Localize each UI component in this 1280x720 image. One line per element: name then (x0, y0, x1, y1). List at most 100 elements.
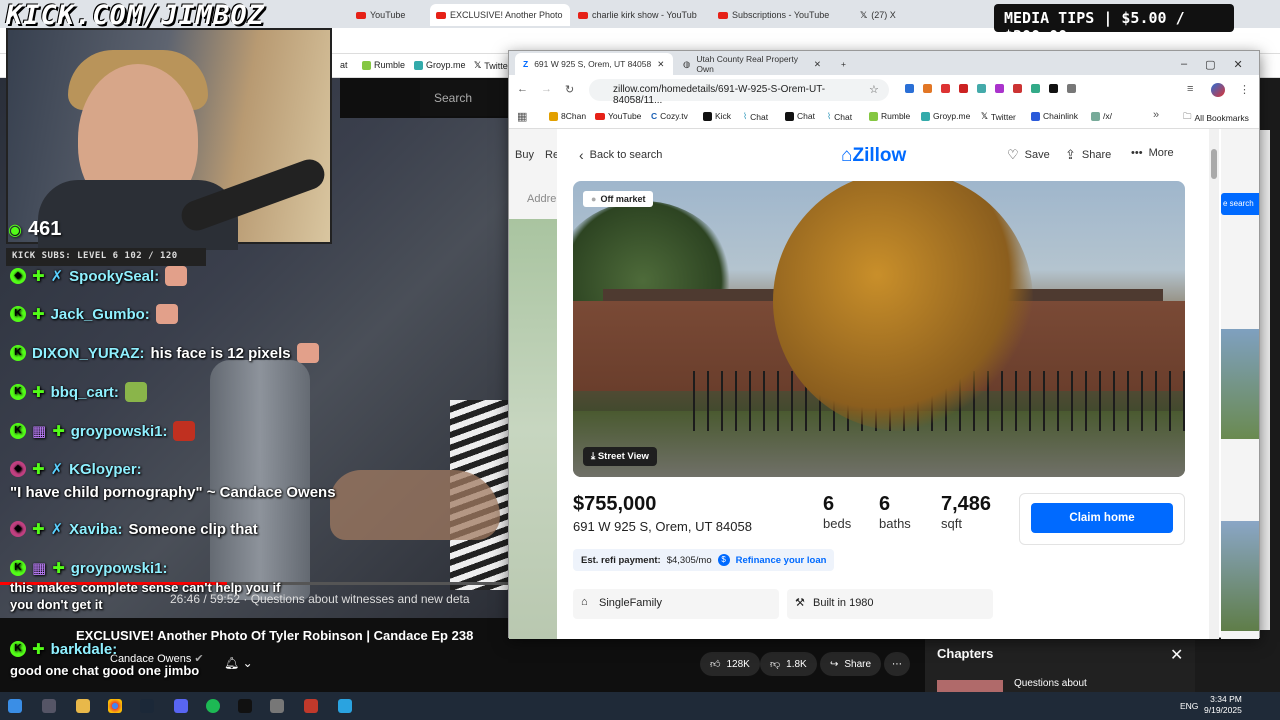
tab-zillow[interactable]: Z 691 W 925 S, Orem, UT 84058 ✕ (515, 53, 673, 75)
close-icon[interactable]: ✕ (1170, 645, 1183, 665)
task-view-icon[interactable] (42, 699, 56, 713)
dislike-button[interactable]: 👎︎ 1.8K (760, 652, 817, 676)
bg-tab-subscriptions[interactable]: Subscriptions - YouTube (712, 4, 835, 26)
bg-tab-youtube[interactable]: YouTube (350, 4, 411, 26)
chat-icon: ⌇ (827, 111, 832, 121)
minimize-icon[interactable]: – (1181, 58, 1187, 70)
chrome-icon[interactable] (108, 699, 122, 713)
webcam-overlay (6, 28, 332, 250)
search-button[interactable]: e search (1221, 193, 1259, 215)
chapter-thumbnail[interactable] (937, 680, 1003, 692)
extension-icon[interactable] (905, 84, 914, 93)
maximize-icon[interactable]: ▢ (1205, 58, 1215, 71)
chat-message: K ✚ bbq_cart: (10, 382, 147, 402)
bookmark-rumble[interactable]: Rumble (869, 111, 910, 121)
modal-scrollbar[interactable] (1209, 129, 1219, 639)
more-button[interactable]: ••• More (1131, 147, 1174, 159)
extension-icon[interactable] (995, 84, 1004, 93)
listing-thumbnail[interactable] (1221, 521, 1259, 631)
yt-search-input[interactable]: Search (420, 80, 510, 116)
apps-grid-icon[interactable]: ▦ (517, 110, 527, 123)
new-tab-button[interactable]: + (833, 53, 854, 75)
kebab-menu-icon[interactable]: ⋮ (1239, 83, 1250, 96)
app-icon[interactable] (238, 699, 252, 713)
bg-tab-charlie-kirk[interactable]: charlie kirk show - YouTub (572, 4, 703, 26)
bell-icon[interactable]: 🔔︎ ⌄ (224, 656, 253, 670)
menu-list-icon[interactable]: ≡ (1187, 83, 1193, 95)
forward-icon[interactable]: → (541, 83, 552, 95)
bookmark-chat-1[interactable]: ⌇ Chat (743, 111, 768, 122)
close-icon[interactable]: ✕ (814, 59, 821, 70)
search-address-input[interactable]: Addre (527, 193, 556, 205)
zillow-logo[interactable]: ⌂Zillow (841, 145, 906, 167)
extension-icon[interactable] (1013, 84, 1022, 93)
scrollbar-thumb[interactable] (1211, 149, 1217, 179)
profile-avatar[interactable] (1211, 83, 1225, 97)
system-clock[interactable]: 3:34 PM 9/19/2025 (1204, 694, 1242, 716)
like-button[interactable]: 👍︎ 128K (700, 652, 760, 676)
app-icon[interactable] (270, 699, 284, 713)
bg-tab-exclusive[interactable]: EXCLUSIVE! Another Photo (430, 4, 570, 26)
chat-message: K ▦ ✚ groypowski1: (10, 559, 167, 577)
listing-photo[interactable]: ● Off market ⤓ Street View (573, 181, 1185, 477)
bg-bookmark-twitter[interactable]: 𝕏 Twitte (474, 60, 508, 71)
tab-utah-county[interactable]: ◍ Utah County Real Property Own ✕ (675, 53, 829, 75)
chevron-right-icon[interactable]: » (1153, 109, 1159, 121)
spotify-icon[interactable] (206, 699, 220, 713)
windows-start-icon[interactable] (8, 699, 22, 713)
extension-icon[interactable] (959, 84, 968, 93)
nav-buy[interactable]: Buy (515, 149, 534, 161)
windows-taskbar (0, 692, 1280, 720)
refinance-link[interactable]: Refinance your loan (736, 555, 827, 566)
bookmark-chainlink[interactable]: Chainlink (1031, 111, 1078, 121)
bookmark-chat-3[interactable]: ⌇ Chat (827, 111, 852, 122)
bookmark-chat-2[interactable]: Chat (785, 111, 815, 121)
address-bar[interactable]: zillow.com/homedetails/691-W-925-S-Orem-… (589, 79, 889, 106)
bookmark-x-board[interactable]: /x/ (1091, 111, 1112, 121)
x-icon[interactable] (1049, 84, 1058, 93)
more-button[interactable]: ⋯ (884, 652, 910, 676)
extension-icon[interactable] (941, 84, 950, 93)
listing-thumbnail[interactable] (1221, 329, 1259, 439)
app-icon[interactable] (304, 699, 318, 713)
chat-message: K ▦ ✚ groypowski1: (10, 421, 196, 441)
bookmark-cozy[interactable]: C Cozy.tv (651, 111, 688, 121)
chapter-item[interactable]: Questions about (1014, 678, 1087, 689)
extension-icon[interactable] (1031, 84, 1040, 93)
close-icon[interactable]: ✕ (1234, 58, 1243, 71)
claim-home-button[interactable]: Claim home (1031, 503, 1173, 533)
reload-icon[interactable]: ↻ (565, 83, 574, 96)
bookmark-groyp[interactable]: Groyp.me (921, 111, 970, 121)
bg-tab-x[interactable]: 𝕏 (27) X (854, 4, 902, 26)
beds-stat: 6 beds (823, 493, 852, 531)
bookmark-youtube[interactable]: YouTube (595, 111, 641, 121)
bookmark-kick[interactable]: Kick (703, 111, 731, 121)
chat-message: ◆ ✚ ✗ KGloyper: (10, 460, 142, 478)
language-indicator[interactable]: ENG (1180, 701, 1198, 711)
bg-bookmark-groyp[interactable]: Groyp.me (414, 60, 466, 70)
extension-icon[interactable] (977, 84, 986, 93)
metamask-icon[interactable] (923, 84, 932, 93)
close-icon[interactable]: ✕ (657, 59, 664, 70)
chat-message: K ✚ Jack_Gumbo: (10, 304, 178, 324)
star-icon[interactable]: ☆ (869, 83, 879, 96)
file-explorer-icon[interactable] (76, 699, 90, 713)
chevron-left-icon: ‹ (579, 147, 584, 163)
save-button[interactable]: ♡ Save (1007, 147, 1050, 163)
puzzle-icon[interactable] (1067, 84, 1076, 93)
telegram-icon[interactable] (338, 699, 352, 713)
steam-icon[interactable] (140, 699, 154, 713)
kick-icon: K (10, 345, 26, 361)
bg-bookmark-rumble[interactable]: Rumble (362, 60, 405, 70)
map-view[interactable] (509, 219, 557, 639)
discord-icon[interactable] (174, 699, 188, 713)
all-bookmarks[interactable]: 🗀︎ All Bookmarks (1183, 111, 1249, 125)
back-to-search-link[interactable]: ‹ Back to search (579, 147, 662, 163)
street-view-button[interactable]: ⤓ Street View (583, 447, 657, 466)
bg-bookmark[interactable]: at (340, 60, 348, 70)
back-icon[interactable]: ← (517, 83, 528, 95)
bookmark-8chan[interactable]: 8Chan (549, 111, 586, 121)
share-button[interactable]: ↪ Share (820, 652, 882, 676)
bookmark-twitter[interactable]: 𝕏 Twitter (981, 111, 1016, 122)
share-button[interactable]: ⇪ Share (1065, 147, 1111, 163)
